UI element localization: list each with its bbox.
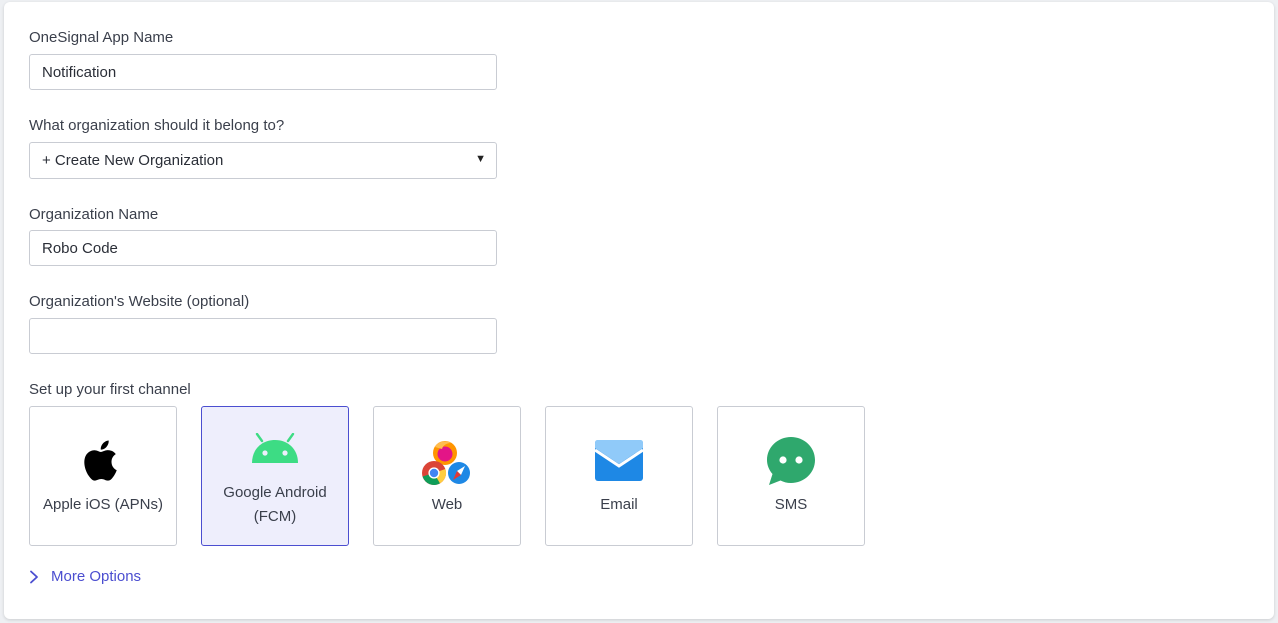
android-icon	[250, 432, 300, 470]
chevron-right-icon	[30, 570, 38, 583]
more-options-toggle[interactable]: More Options	[29, 568, 141, 585]
chevron-down-icon: ▼	[475, 153, 486, 165]
organization-website-label: Organization's Website (optional)	[29, 293, 250, 310]
channel-apple-ios[interactable]: Apple iOS (APNs)	[29, 406, 177, 546]
organization-website-input[interactable]	[29, 318, 497, 354]
channel-section-label: Set up your first channel	[29, 381, 191, 398]
email-icon	[594, 438, 644, 487]
channel-google-android[interactable]: Google Android (FCM)	[201, 406, 349, 546]
more-options-label: More Options	[51, 568, 142, 585]
apple-icon	[81, 435, 125, 490]
channel-label-sms: SMS	[774, 496, 808, 513]
channel-label-apple-ios: Apple iOS (APNs)	[42, 496, 164, 513]
organization-select-label: What organization should it belong to?	[29, 117, 285, 134]
app-name-label: OneSignal App Name	[29, 29, 174, 46]
channel-label-google-android-line2: (FCM)	[253, 508, 297, 525]
organization-name-input[interactable]	[29, 230, 497, 266]
channel-label-email: Email	[600, 496, 638, 513]
sms-icon	[765, 435, 817, 492]
channel-label-google-android-line1: Google Android	[223, 484, 327, 501]
organization-name-label: Organization Name	[29, 206, 159, 223]
create-app-form: OneSignal App Name What organization sho…	[4, 2, 1274, 619]
web-browsers-icon	[421, 439, 473, 492]
organization-select[interactable]: + Create New Organization ▼	[29, 142, 497, 179]
channel-email[interactable]: Email	[545, 406, 693, 546]
app-name-input[interactable]	[29, 54, 497, 90]
channel-label-web: Web	[431, 496, 463, 513]
channel-sms[interactable]: SMS	[717, 406, 865, 546]
channel-web[interactable]: Web	[373, 406, 521, 546]
organization-select-value: + Create New Organization	[42, 152, 224, 169]
